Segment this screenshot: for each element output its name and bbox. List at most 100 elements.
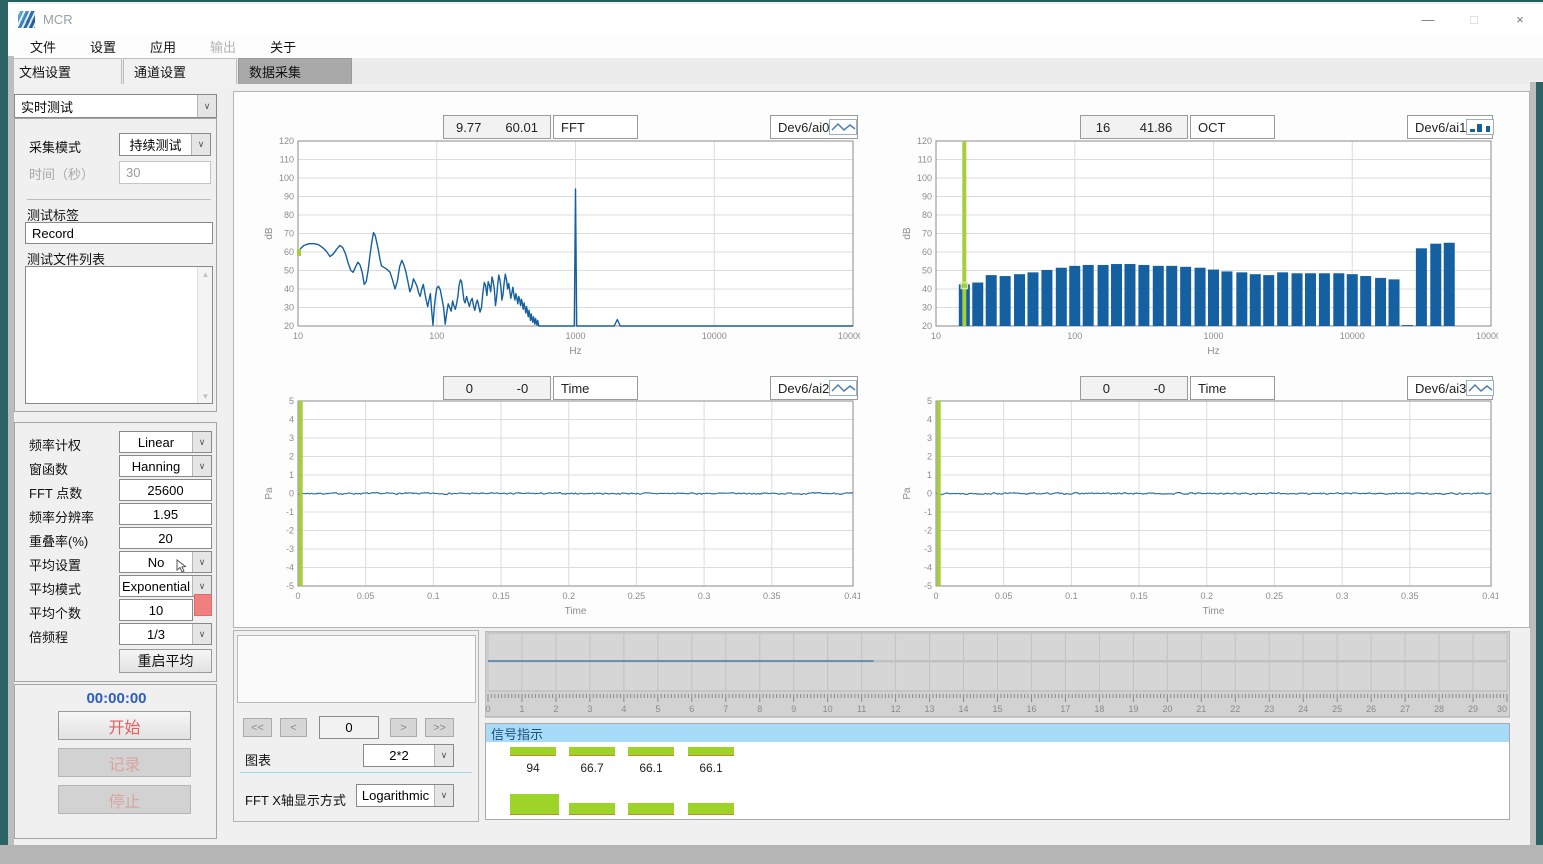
signal-indicator-panel: 信号指示 94 66.7 66.1 66.1 <box>485 723 1510 820</box>
menu-settings[interactable]: 设置 <box>78 34 128 59</box>
acq-mode-label: 采集模式 <box>29 137 81 156</box>
svg-text:-5: -5 <box>924 581 932 591</box>
time2-plot[interactable]: -5-4-3-2-101234500.050.10.150.20.250.30.… <box>260 396 860 622</box>
field-input[interactable]: 20 <box>119 527 212 549</box>
svg-text:30: 30 <box>284 303 294 313</box>
fft-plot[interactable]: 2030405060708090100110120101001000100001… <box>260 136 860 362</box>
nav-last-button[interactable]: >> <box>425 718 454 737</box>
svg-text:0.1: 0.1 <box>1065 591 1078 601</box>
menu-about[interactable]: 关于 <box>258 34 308 59</box>
svg-text:4: 4 <box>621 704 626 714</box>
svg-text:29: 29 <box>1468 704 1478 714</box>
svg-text:-5: -5 <box>286 581 294 591</box>
svg-text:-3: -3 <box>286 544 294 554</box>
svg-text:Hz: Hz <box>569 346 581 357</box>
field-input[interactable]: 10 <box>119 599 193 621</box>
close-button[interactable]: × <box>1497 4 1543 34</box>
tab-data-acquisition[interactable]: 数据采集 <box>238 58 352 84</box>
field-label: 频率计权 <box>29 435 81 454</box>
minimize-button[interactable]: — <box>1405 4 1451 34</box>
svg-text:3: 3 <box>289 433 294 443</box>
svg-text:40: 40 <box>284 284 294 294</box>
fft-axis-mode-select[interactable]: Logarithmic ∨ <box>356 784 454 807</box>
maximize-button[interactable]: □ <box>1451 4 1497 34</box>
time3-plot[interactable]: -5-4-3-2-101234500.050.10.150.20.250.30.… <box>898 396 1498 622</box>
restart-average-button[interactable]: 重启平均 <box>119 649 212 673</box>
svg-text:90: 90 <box>922 192 932 202</box>
line-chart-icon <box>829 119 857 135</box>
tab-document-settings[interactable]: 文档设置 <box>8 58 122 84</box>
svg-text:1: 1 <box>519 704 524 714</box>
svg-text:-1: -1 <box>924 507 932 517</box>
line-chart-icon <box>829 380 857 396</box>
acq-mode-select[interactable]: 持续测试 ∨ <box>119 133 211 156</box>
field-input[interactable]: 1.95 <box>119 503 212 525</box>
signal-level-value: 66.1 <box>628 761 674 775</box>
window-edge-left-inner <box>8 56 14 845</box>
svg-text:0.35: 0.35 <box>1401 591 1419 601</box>
signal-level-bar <box>688 747 734 756</box>
svg-text:100000: 100000 <box>1476 331 1498 341</box>
svg-text:24: 24 <box>1298 704 1308 714</box>
field-label: 窗函数 <box>29 459 68 478</box>
svg-text:0.05: 0.05 <box>995 591 1013 601</box>
tab-channel-settings[interactable]: 通道设置 <box>123 58 237 84</box>
svg-text:0: 0 <box>289 489 294 499</box>
chart-layout-label: 图表 <box>245 750 271 769</box>
listbox-scrollbar[interactable]: ▲ ▼ <box>197 267 212 403</box>
time-seconds-label: 时间（秒） <box>29 164 94 183</box>
title-bar: MCR — □ × <box>8 4 1543 34</box>
field-label: 倍频程 <box>29 627 68 646</box>
field-select[interactable]: No∨ <box>119 551 212 573</box>
menu-application[interactable]: 应用 <box>138 34 188 59</box>
field-label: 重叠率(%) <box>29 531 88 550</box>
svg-text:0.41: 0.41 <box>844 591 860 601</box>
nav-prev-button[interactable]: < <box>280 718 307 737</box>
svg-text:6: 6 <box>689 704 694 714</box>
oct-plot[interactable]: 2030405060708090100110120101001000100001… <box>898 136 1498 362</box>
svg-text:0.15: 0.15 <box>492 591 510 601</box>
svg-text:-4: -4 <box>924 563 932 573</box>
field-select[interactable]: Linear∨ <box>119 431 212 453</box>
svg-text:18: 18 <box>1094 704 1104 714</box>
svg-text:Pa: Pa <box>902 487 913 500</box>
menu-file[interactable]: 文件 <box>18 34 68 59</box>
svg-text:0.2: 0.2 <box>1200 591 1213 601</box>
signal-peak-bar <box>569 803 615 815</box>
nav-page-field[interactable]: 0 <box>319 716 379 739</box>
start-button[interactable]: 开始 <box>58 711 191 740</box>
svg-text:17: 17 <box>1060 704 1070 714</box>
nav-next-button[interactable]: > <box>390 718 417 737</box>
svg-text:110: 110 <box>918 155 932 165</box>
svg-text:5: 5 <box>289 396 294 406</box>
svg-text:8: 8 <box>757 704 762 714</box>
field-input[interactable]: 25600 <box>119 479 212 501</box>
svg-text:3: 3 <box>927 433 932 443</box>
svg-text:9: 9 <box>791 704 796 714</box>
window-edge-left <box>0 0 8 845</box>
nav-first-button[interactable]: << <box>243 718 272 737</box>
field-select[interactable]: 1/3∨ <box>119 623 212 645</box>
svg-text:Hz: Hz <box>1207 346 1219 357</box>
svg-text:5: 5 <box>927 396 932 406</box>
test-tag-input[interactable]: Record <box>25 222 213 244</box>
svg-text:15: 15 <box>992 704 1002 714</box>
scroll-up-icon[interactable]: ▲ <box>198 267 213 281</box>
tab-bar: 文档设置 通道设置 数据采集 <box>8 58 1543 84</box>
svg-text:0: 0 <box>485 704 490 714</box>
svg-text:30: 30 <box>922 303 932 313</box>
svg-text:-2: -2 <box>286 526 294 536</box>
chart-layout-select[interactable]: 2*2 ∨ <box>363 744 454 767</box>
chevron-down-icon: ∨ <box>192 552 211 572</box>
svg-text:100: 100 <box>279 173 294 183</box>
test-mode-select[interactable]: 实时测试 ∨ <box>14 94 217 118</box>
test-file-listbox[interactable]: ▲ ▼ <box>25 266 213 404</box>
svg-text:80: 80 <box>922 210 932 220</box>
svg-text:0: 0 <box>927 489 932 499</box>
main-window: MCR — □ × 文件 设置 应用 输出 关于 文档设置 通道设置 数据采集 … <box>0 0 1543 845</box>
svg-text:3: 3 <box>587 704 592 714</box>
field-select[interactable]: Hanning∨ <box>119 455 212 477</box>
svg-text:4: 4 <box>289 415 294 425</box>
timeline-strip[interactable]: 0123456789101112131415161718192021222324… <box>485 631 1510 719</box>
scroll-down-icon[interactable]: ▼ <box>198 389 213 403</box>
